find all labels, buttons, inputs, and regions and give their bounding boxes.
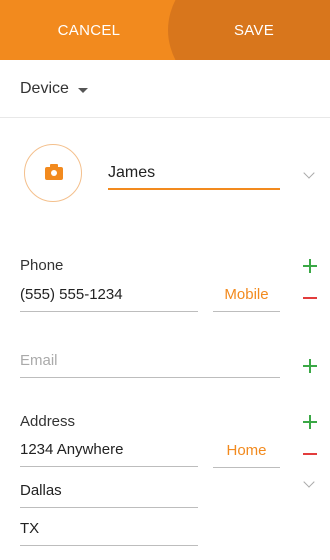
name-value: James [108,164,156,181]
camera-icon [45,164,63,180]
phone-type-selector[interactable]: Mobile [213,284,280,312]
street-value: 1234 Anywhere [20,441,124,458]
address-type-value: Home [226,442,267,459]
save-button[interactable]: SAVE [178,0,330,60]
storage-label: Device [20,80,69,97]
name-field[interactable]: James [108,160,280,190]
state-value: TX [20,520,40,537]
action-bar: CANCEL SAVE [0,0,330,60]
phone-section-label: Phone [20,257,64,274]
city-value: Dallas [20,482,62,499]
storage-selector[interactable]: Device [0,60,330,118]
address-section-label: Address [20,413,76,430]
add-phone-plus-icon[interactable] [303,259,317,273]
email-field[interactable]: Email [20,345,280,378]
city-field[interactable]: Dallas [20,474,198,508]
state-field[interactable]: TX [20,512,198,546]
add-email-plus-icon[interactable] [303,359,317,373]
remove-address-minus-icon[interactable] [303,453,317,455]
email-placeholder: Email [20,352,58,369]
chevron-down-icon[interactable] [303,476,315,488]
add-photo-button[interactable] [24,144,82,202]
phone-number-field[interactable]: (555) 555-1234 [20,281,198,312]
dropdown-caret-icon [78,88,88,93]
remove-phone-minus-icon[interactable] [303,297,317,299]
address-type-selector[interactable]: Home [213,440,280,468]
phone-type-value: Mobile [224,286,269,303]
chevron-down-icon[interactable] [303,167,315,179]
add-address-plus-icon[interactable] [303,415,317,429]
phone-number-value: (555) 555-1234 [20,286,123,303]
street-field[interactable]: 1234 Anywhere [20,436,198,467]
cancel-button[interactable]: CANCEL [0,0,178,60]
